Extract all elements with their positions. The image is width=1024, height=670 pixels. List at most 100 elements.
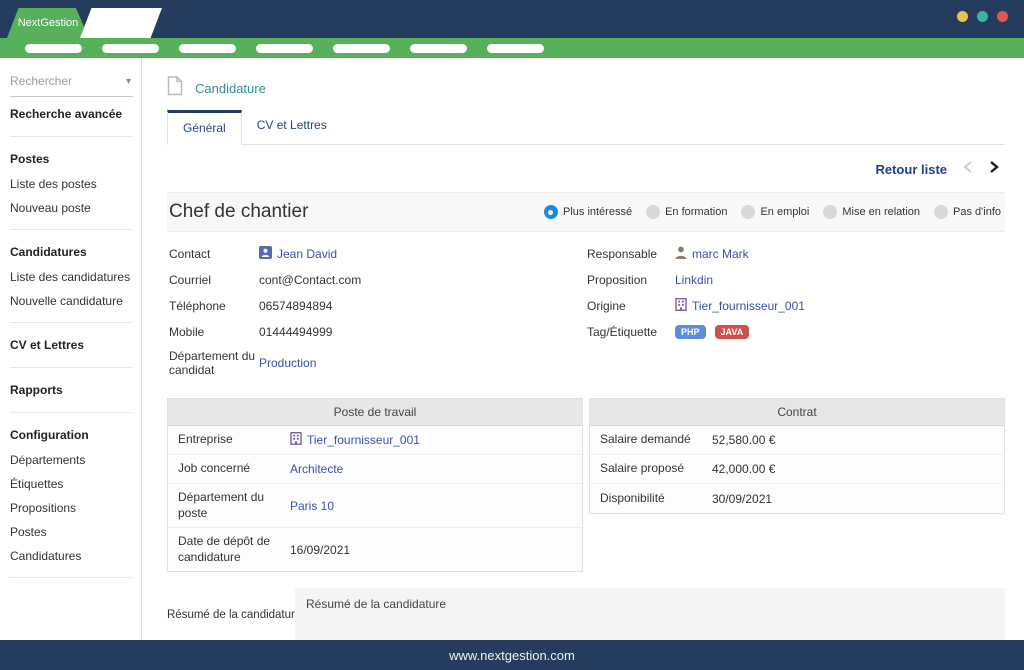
radio-icon[interactable] [646,205,660,219]
nav-menu-pill[interactable] [179,44,236,53]
document-icon [167,76,183,101]
sidebar-item-departements[interactable]: Départements [10,448,133,472]
nav-menu-pill[interactable] [410,44,467,53]
info-tables: Poste de travail Entreprise Tier_fournis… [167,398,1005,572]
sidebar-item-rapports[interactable]: Rapports [10,377,133,403]
candidate-title-row: Chef de chantier Plus intéressé En forma… [167,192,1005,232]
field-proposition: Proposition Linkdin [587,271,1005,288]
nav-menu-pill[interactable] [25,44,82,53]
origine-link[interactable]: Tier_fournisseur_001 [692,299,805,313]
candidate-title: Chef de chantier [169,201,308,223]
sidebar-item-liste-des-postes[interactable]: Liste des postes [10,172,133,196]
field-telephone: Téléphone 06574894894 [169,297,587,314]
radio-icon[interactable] [741,205,755,219]
person-icon [675,246,687,262]
field-courriel: Courriel cont@Contact.com [169,271,587,288]
footer-url: www.nextgestion.com [449,648,575,663]
tab-cv-et-lettres[interactable]: CV et Lettres [242,110,342,145]
sidebar-item-liste-des-candidatures[interactable]: Liste des candidatures [10,265,133,289]
table-row: Salaire proposé 42,000.00 € [590,455,1004,484]
status-option-en-emploi[interactable]: En emploi [741,205,809,219]
contact-link[interactable]: Jean David [277,247,337,261]
page-header: Candidature [167,76,1005,101]
table-row: Date de dépôt de candidature 16/09/2021 [168,528,582,571]
window-control-green[interactable] [977,11,988,22]
table-row: Job concerné Architecte [168,455,582,484]
search-box[interactable]: ▾ [10,72,133,97]
divider [10,367,133,368]
sidebar-item-recherche-avancee[interactable]: Recherche avancée [10,101,133,127]
divider [10,136,133,137]
radio-selected-icon[interactable] [544,205,558,219]
page-title: Candidature [195,81,266,96]
field-tags: Tag/Étiquette PHP JAVA [587,323,1005,340]
sidebar-item-candidatures[interactable]: Candidatures [10,544,133,568]
departement-candidat-link[interactable]: Production [259,356,316,370]
divider [10,577,133,578]
divider [10,229,133,230]
salaire-propose-value: 42,000.00 € [712,462,775,476]
main-content: Candidature Général CV et Lettres Retour… [142,58,1024,640]
resume-label: Résumé de la candidature [167,588,293,640]
window-controls [957,11,1008,22]
resume-textarea[interactable]: Résumé de la candidature [295,588,1005,640]
proposition-link[interactable]: Linkdin [675,273,713,287]
footer-bar: www.nextgestion.com [0,640,1024,670]
radio-icon[interactable] [823,205,837,219]
tab-general[interactable]: Général [167,110,242,145]
job-concerne-link[interactable]: Architecte [290,462,343,476]
brand-tab[interactable]: NextGestion [7,8,89,38]
window-control-red[interactable] [997,11,1008,22]
contact-card-icon [259,246,272,262]
table-contrat: Contrat Salaire demandé 52,580.00 € Sala… [589,398,1005,514]
sidebar-header-candidatures[interactable]: Candidatures [10,239,133,265]
sidebar-item-postes[interactable]: Postes [10,520,133,544]
sidebar-item-propositions[interactable]: Propositions [10,496,133,520]
prev-record-icon[interactable] [963,160,973,179]
field-origine: Origine Tier_fournisseur_001 [587,297,1005,314]
details-right-column: Responsable marc Mark Proposition Linkdi… [587,245,1005,386]
field-departement-candidat: Département du candidat Production [169,349,587,377]
departement-poste-link[interactable]: Paris 10 [290,499,334,513]
main-nav-bar [0,38,1024,58]
nav-menu-pill[interactable] [256,44,313,53]
tag-badge-java[interactable]: JAVA [715,325,750,339]
search-input[interactable] [10,74,110,88]
sidebar: ▾ Recherche avancée Postes Liste des pos… [0,58,142,640]
divider [10,322,133,323]
sidebar-item-nouveau-poste[interactable]: Nouveau poste [10,196,133,220]
sidebar-item-etiquettes[interactable]: Étiquettes [10,472,133,496]
status-option-plus-interesse[interactable]: Plus intéressé [544,205,632,219]
sidebar-header-configuration[interactable]: Configuration [10,422,133,448]
nav-menu-pill[interactable] [102,44,159,53]
sidebar-item-nouvelle-candidature[interactable]: Nouvelle candidature [10,289,133,313]
back-to-list-link[interactable]: Retour liste [875,162,947,177]
field-responsable: Responsable marc Mark [587,245,1005,262]
next-record-icon[interactable] [989,160,999,179]
entreprise-link[interactable]: Tier_fournisseur_001 [307,433,420,447]
window-control-yellow[interactable] [957,11,968,22]
status-option-mise-en-relation[interactable]: Mise en relation [823,205,920,219]
top-bar: NextGestion [0,0,1024,38]
status-option-en-formation[interactable]: En formation [646,205,727,219]
courriel-value: cont@Contact.com [259,273,361,287]
sidebar-item-cv-et-lettres[interactable]: CV et Lettres [10,332,133,358]
nav-menu-pill[interactable] [487,44,544,53]
candidate-details: Contact Jean David Courriel cont@Contact… [167,232,1005,390]
tag-badge-php[interactable]: PHP [675,325,706,339]
building-icon [675,298,687,314]
resume-section: Résumé de la candidature Résumé de la ca… [167,588,1005,640]
field-mobile: Mobile 01444494999 [169,323,587,340]
nav-menu-pill[interactable] [333,44,390,53]
tab-bar: Général CV et Lettres [167,110,1005,145]
radio-icon[interactable] [934,205,948,219]
table-row: Disponibilité 30/09/2021 [590,484,1004,513]
salaire-demande-value: 52,580.00 € [712,433,775,447]
building-icon [290,432,302,448]
chevron-down-icon[interactable]: ▾ [126,76,131,87]
table-row: Entreprise Tier_fournisseur_001 [168,426,582,455]
secondary-tab[interactable] [80,8,162,38]
status-option-pas-dinfo[interactable]: Pas d'info [934,205,1001,219]
responsable-link[interactable]: marc Mark [692,247,749,261]
sidebar-header-postes[interactable]: Postes [10,146,133,172]
